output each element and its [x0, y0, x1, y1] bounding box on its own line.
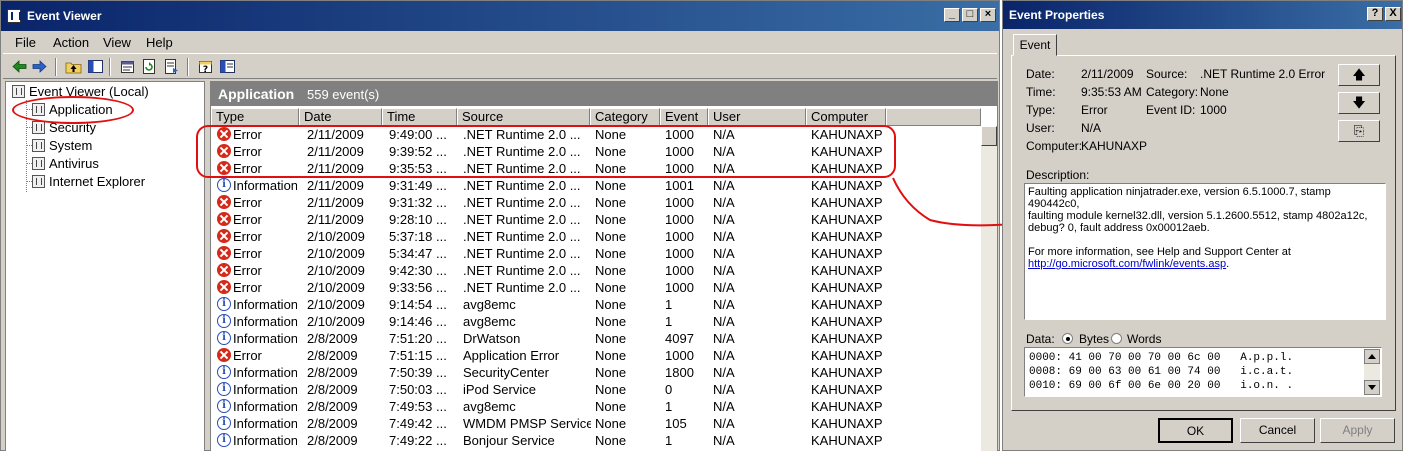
down-arrow-icon: 🡇: [1352, 95, 1366, 110]
bytes-radio-label: Bytes: [1079, 332, 1110, 346]
computer-label: Computer:: [1026, 139, 1083, 153]
data-scroll-arrows-icon[interactable]: [1364, 349, 1380, 395]
previous-event-button[interactable]: 🡅: [1338, 64, 1380, 86]
up-arrow-icon: 🡅: [1352, 67, 1366, 82]
next-event-button[interactable]: 🡇: [1338, 92, 1380, 114]
cancel-button[interactable]: Cancel: [1240, 418, 1315, 443]
category-label: Category:: [1146, 85, 1199, 99]
bytes-radio[interactable]: [1062, 333, 1073, 344]
user-label: User:: [1026, 121, 1055, 135]
event-id-label: Event ID:: [1146, 103, 1196, 117]
copy-icon: ⎘: [1353, 123, 1365, 138]
copy-event-button[interactable]: ⎘: [1338, 120, 1380, 142]
time-value: 9:35:53 AM: [1081, 85, 1142, 99]
help-link[interactable]: http://go.microsoft.com/fwlink/events.as…: [1028, 258, 1226, 270]
user-value: N/A: [1081, 121, 1102, 135]
words-radio[interactable]: [1111, 333, 1122, 344]
words-radio-label: Words: [1127, 332, 1162, 346]
tab-event[interactable]: Event: [1013, 34, 1057, 56]
dialog-title-bar: Event Properties ? X: [1003, 1, 1402, 29]
event-id-value: 1000: [1200, 103, 1227, 117]
description-link-line: http://go.microsoft.com/fwlink/events.as…: [1028, 258, 1382, 270]
data-line: 0000: 41 00 70 00 70 00 6c 00 A.p.p.l.: [1029, 352, 1294, 364]
dialog-title: Event Properties: [1009, 8, 1105, 22]
computer-value: KAHUNAXP: [1081, 139, 1148, 153]
description-text-box[interactable]: Faulting application ninjatrader.exe, ve…: [1024, 183, 1386, 320]
link-suffix: .: [1226, 258, 1230, 270]
apply-button[interactable]: Apply: [1320, 418, 1395, 443]
description-line: debug? 0, fault address 0x00012aeb.: [1028, 222, 1210, 234]
ok-button[interactable]: OK: [1158, 418, 1233, 443]
type-label: Type:: [1026, 103, 1056, 117]
dialog-close-button[interactable]: X: [1385, 7, 1401, 21]
source-label: Source:: [1146, 67, 1188, 81]
description-label: Description:: [1026, 168, 1090, 182]
data-line: 0010: 69 00 6f 00 6e 00 20 00 i.o.n. .: [1029, 380, 1294, 392]
help-button[interactable]: ?: [1367, 7, 1383, 21]
description-line: Faulting application ninjatrader.exe, ve…: [1028, 186, 1331, 210]
data-scrollbar[interactable]: [1364, 349, 1380, 395]
description-line: For more information, see Help and Suppo…: [1028, 246, 1291, 258]
data-line: 0008: 69 00 63 00 61 00 74 00 i.c.a.t.: [1029, 366, 1294, 378]
date-label: Date:: [1026, 67, 1055, 81]
source-value: .NET Runtime 2.0 Error: [1200, 67, 1326, 81]
date-value: 2/11/2009: [1081, 67, 1134, 81]
description-line: faulting module kernel32.dll, version 5.…: [1028, 210, 1368, 222]
type-value: Error: [1081, 103, 1108, 117]
data-label: Data:: [1026, 332, 1055, 346]
data-hex-box[interactable]: 0000: 41 00 70 00 70 00 6c 00 A.p.p.l. 0…: [1024, 347, 1382, 397]
category-value: None: [1200, 85, 1229, 99]
time-label: Time:: [1026, 85, 1056, 99]
